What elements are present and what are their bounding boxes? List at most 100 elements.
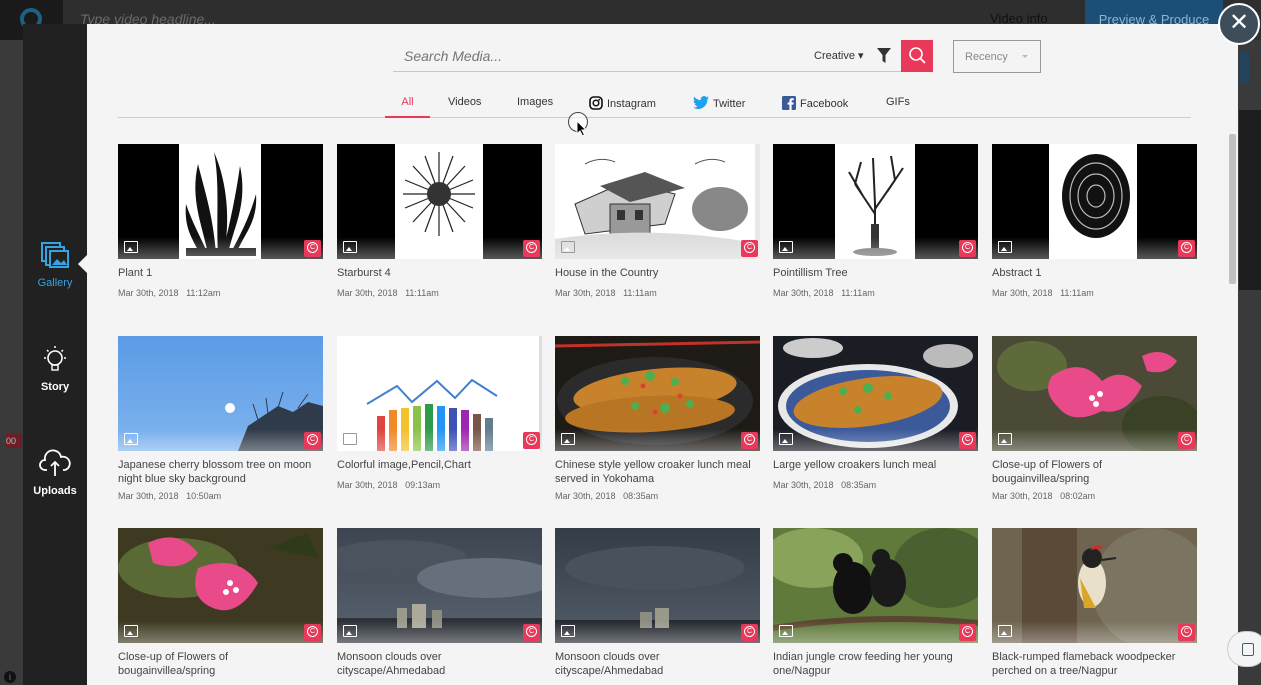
image-type-icon <box>779 625 793 637</box>
tab-gifs[interactable]: GIFs <box>886 96 910 118</box>
thumbnail-shade <box>773 237 978 259</box>
info-icon: i <box>4 671 16 683</box>
image-type-icon <box>124 625 138 637</box>
media-thumbnail <box>118 528 323 643</box>
creative-badge-icon <box>1178 240 1195 257</box>
search-input[interactable] <box>393 42 793 70</box>
scrollbar[interactable] <box>1229 134 1236 284</box>
tab-videos[interactable]: Videos <box>448 96 481 118</box>
media-title: Japanese cherry blossom tree on moon nig… <box>118 459 312 485</box>
creative-badge-icon <box>523 240 540 257</box>
sort-dropdown[interactable]: Recency <box>953 40 1041 73</box>
media-gallery-modal: Creative ▾ Recency All Videos Images Ins… <box>87 24 1238 685</box>
media-thumbnail <box>773 336 978 451</box>
image-type-icon <box>779 241 793 253</box>
media-thumbnail <box>773 528 978 643</box>
media-thumbnail <box>118 336 323 451</box>
image-type-icon <box>998 433 1012 445</box>
thumbnail-shade <box>555 237 760 259</box>
nav-uploads-label: Uploads <box>33 485 77 497</box>
thumbnail-shade <box>773 621 978 643</box>
sort-label: Recency <box>965 51 1008 63</box>
creative-badge-icon <box>1178 624 1195 641</box>
media-date: Mar 30th, 2018 08:35am <box>773 480 877 490</box>
creative-badge-icon <box>1178 432 1195 449</box>
time-badge: 00 <box>6 434 22 448</box>
thumbnail-shade <box>118 621 323 643</box>
creative-badge-icon <box>959 624 976 641</box>
media-title: House in the Country <box>555 267 659 279</box>
thumbnail-shade <box>337 429 542 451</box>
media-type-tabs: All Videos Images Instagram Twitter Face… <box>118 90 1191 118</box>
image-type-icon <box>343 241 357 253</box>
tab-twitter[interactable]: Twitter <box>693 96 745 118</box>
caret-down-icon <box>1022 55 1028 58</box>
chat-button[interactable] <box>1227 631 1261 667</box>
image-type-icon <box>561 241 575 253</box>
caret-down-icon: ▾ <box>858 50 864 62</box>
media-date: Mar 30th, 2018 09:13am <box>337 480 441 490</box>
nav-gallery-label: Gallery <box>37 277 73 289</box>
media-thumbnail <box>337 336 542 451</box>
thumbnail-shade <box>337 237 542 259</box>
image-type-icon <box>998 625 1012 637</box>
tab-facebook[interactable]: Facebook <box>782 96 848 118</box>
thumbnail-shade <box>773 429 978 451</box>
media-title: Close-up of Flowers of bougainvillea/spr… <box>118 651 229 677</box>
image-type-icon <box>343 433 357 445</box>
background-panel <box>1239 52 1249 84</box>
media-title: Abstract 1 <box>992 267 1042 279</box>
image-type-icon <box>561 433 575 445</box>
media-thumbnail <box>337 144 542 259</box>
image-type-icon <box>779 433 793 445</box>
media-title: Indian jungle crow feeding her young one… <box>773 651 953 677</box>
media-title: Close-up of Flowers of bougainvillea/spr… <box>992 459 1103 485</box>
twitter-icon <box>693 96 709 110</box>
creative-badge-icon <box>741 240 758 257</box>
nav-uploads[interactable]: Uploads <box>23 448 87 497</box>
media-title: Chinese style yellow croaker lunch meal … <box>555 459 751 485</box>
media-date: Mar 30th, 2018 11:11am <box>555 288 657 298</box>
left-nav: Gallery Story Uploads <box>23 24 87 685</box>
media-thumbnail <box>992 144 1197 259</box>
active-nav-pointer <box>78 255 87 273</box>
media-date: Mar 30th, 2018 10:50am <box>118 491 222 501</box>
tab-all[interactable]: All <box>385 96 430 118</box>
search-button[interactable] <box>901 40 933 72</box>
media-thumbnail <box>555 144 760 259</box>
thumbnail-shade <box>118 429 323 451</box>
facebook-icon <box>782 96 796 110</box>
thumbnail-shade <box>337 621 542 643</box>
close-icon[interactable]: ✕ <box>1218 3 1260 45</box>
media-title: Large yellow croakers lunch meal <box>773 459 937 471</box>
filter-icon[interactable] <box>877 48 891 64</box>
image-type-icon <box>561 625 575 637</box>
cloud-upload-icon <box>39 449 71 476</box>
media-thumbnail <box>773 144 978 259</box>
instagram-icon <box>589 96 603 110</box>
creative-label: Creative <box>814 50 855 62</box>
creative-badge-icon <box>741 624 758 641</box>
media-thumbnail <box>118 144 323 259</box>
thumbnail-shade <box>555 429 760 451</box>
creative-badge-icon <box>959 432 976 449</box>
image-type-icon <box>124 241 138 253</box>
media-date: Mar 30th, 2018 11:12am <box>118 288 221 298</box>
media-thumbnail <box>992 336 1197 451</box>
media-title: Pointillism Tree <box>773 267 848 279</box>
media-title: Starburst 4 <box>337 267 391 279</box>
gallery-icon <box>41 242 69 268</box>
creative-badge-icon <box>304 240 321 257</box>
media-title: Monsoon clouds over cityscape/Ahmedabad <box>555 651 664 677</box>
cursor-icon <box>576 120 588 137</box>
tab-instagram[interactable]: Instagram <box>589 96 656 118</box>
nav-story[interactable]: Story <box>23 344 87 393</box>
nav-story-label: Story <box>40 381 70 393</box>
creative-dropdown[interactable]: Creative ▾ <box>814 49 864 62</box>
creative-badge-icon <box>741 432 758 449</box>
tab-images[interactable]: Images <box>517 96 553 118</box>
creative-badge-icon <box>523 624 540 641</box>
image-type-icon <box>343 625 357 637</box>
media-thumbnail <box>555 336 760 451</box>
media-date: Mar 30th, 2018 08:35am <box>555 491 659 501</box>
